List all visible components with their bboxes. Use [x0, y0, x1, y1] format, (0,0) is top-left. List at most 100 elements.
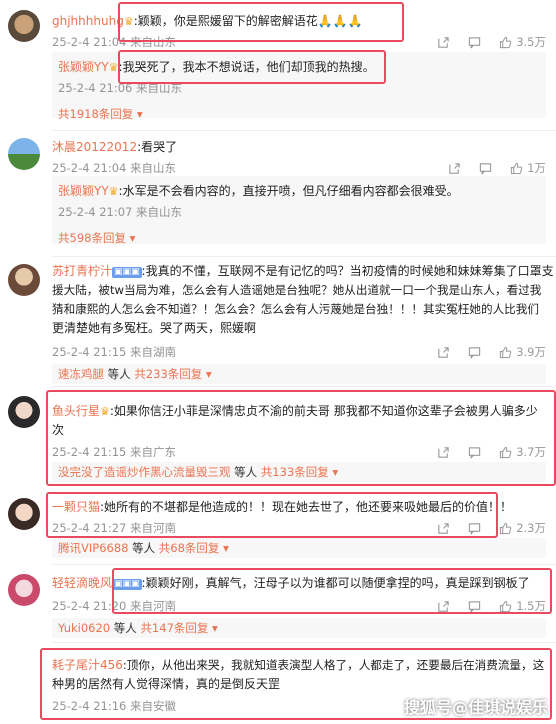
divider — [52, 256, 556, 257]
comment-1: ghjhhhhuhg♛:颖颖，你是熙媛留下的解密解语花🙏🙏🙏 25-2-4 21… — [0, 6, 556, 130]
comment-4: 鱼头行星♛:如果你信汪小菲是深情忠贞不渝的前夫哥 那我都不知道你这辈子会被男人骗… — [0, 390, 556, 486]
comment-button[interactable] — [479, 162, 492, 175]
reply-etc: 等人 — [132, 541, 156, 555]
comment-meta: 25-2-4 21:16 来自安徽 — [52, 698, 176, 714]
location: 来自山东 — [130, 35, 177, 49]
comment-text-line: :如果你信汪小菲是深情忠贞不渝的前夫哥 那我都不知道你这辈子会被男人骗多少 — [109, 404, 538, 418]
comment-meta: 25-2-4 21:04 来自山东 — [52, 160, 176, 176]
comment-meta: 25-2-4 21:15 来自广东 — [52, 444, 176, 460]
share-button[interactable] — [437, 522, 450, 535]
reply-user[interactable]: 没完没了造谣炒作黑心流量毁三观 — [58, 465, 231, 479]
view-replies-link[interactable]: 共598条回复 ▾ — [58, 230, 135, 246]
crown-icon: ♛ — [123, 15, 134, 28]
view-replies-link[interactable]: 共1918条回复 ▾ — [58, 106, 143, 122]
reply-user[interactable]: 腾讯VIP6688 — [58, 541, 128, 555]
comment-button[interactable] — [468, 522, 481, 535]
reply-count: 共147条回复 — [140, 621, 209, 635]
timestamp: 25-2-4 21:04 — [52, 161, 127, 175]
share-button[interactable] — [437, 36, 450, 49]
username[interactable]: 鱼头行星 — [52, 404, 100, 418]
share-button[interactable] — [437, 346, 450, 359]
comment-button[interactable] — [468, 346, 481, 359]
username[interactable]: 沐晨20122012 — [52, 140, 137, 154]
timestamp: 25-2-4 21:06 — [58, 81, 133, 95]
username[interactable]: 苏打青柠汁 — [52, 264, 112, 278]
timestamp: 25-2-4 21:15 — [52, 345, 127, 359]
share-icon — [438, 522, 449, 534]
avatar[interactable] — [8, 574, 40, 606]
location: 来自山东 — [136, 81, 183, 95]
comment-3: 苏打青柠汁 ▣▣▣:我真的不懂，互联网不是有记忆的吗？当初疫情的时候她和妹妹筹集了… — [0, 260, 556, 384]
crown-icon: ♛ — [108, 61, 119, 74]
username[interactable]: ghjhhhhuhg — [52, 14, 124, 28]
reply-meta: 25-2-4 21:07 来自山东 — [58, 204, 182, 220]
share-button[interactable] — [437, 600, 450, 613]
avatar[interactable] — [8, 396, 40, 428]
reply-username[interactable]: 张颖颖YY — [58, 60, 109, 74]
comment-button[interactable] — [468, 446, 481, 459]
watermark: 搜狐号@佳琪说娱乐 — [403, 698, 548, 717]
location: 来自河南 — [130, 521, 177, 535]
like-icon — [500, 346, 512, 358]
reply-username[interactable]: 张颖颖YY — [58, 184, 109, 198]
avatar[interactable] — [8, 264, 40, 296]
like-button[interactable]: 1.5万 — [499, 598, 546, 614]
comment-text-line: 次 — [52, 423, 65, 437]
username[interactable]: 一颗只猫 — [52, 500, 100, 514]
comment-button[interactable] — [468, 36, 481, 49]
vip-badge: ▣▣▣ — [112, 579, 142, 590]
comment-text-line: 更清楚她有多冤枉。哭了两天，熙媛啊 — [52, 321, 257, 335]
reply-count: 共1918条回复 — [58, 107, 134, 121]
view-replies-link[interactable]: 速冻鸡腿 等人 共233条回复 ▾ — [58, 366, 212, 382]
timestamp: 25-2-4 21:27 — [52, 521, 127, 535]
like-button[interactable]: 1万 — [510, 160, 546, 176]
comment-6: 轻轻滴晚风 ▣▣▣:颖颖好刚，真解气，汪母子以为谁都可以随便拿捏的吗，真是踩到钢板… — [0, 568, 556, 638]
crown-icon: ♛ — [108, 185, 119, 198]
comment-icon — [469, 346, 481, 358]
avatar[interactable] — [8, 138, 40, 170]
reply-user[interactable]: Yuki0620 — [58, 621, 110, 635]
reply-text: :我哭死了，我本不想说话，他们却顶我的热搜。 — [118, 60, 375, 74]
reply-count: 共233条回复 — [134, 367, 203, 381]
like-button[interactable]: 3.9万 — [499, 344, 546, 360]
reply-count: 共68条回复 — [158, 541, 220, 555]
location: 来自山东 — [130, 161, 177, 175]
share-button[interactable] — [437, 446, 450, 459]
share-button[interactable] — [448, 162, 461, 175]
like-icon — [500, 522, 512, 534]
view-replies-link[interactable]: Yuki0620 等人 共147条回复 ▾ — [58, 620, 218, 636]
comment-text-line: 种男的居然有人觉得深情，真的是倒反天罡 — [52, 677, 281, 691]
comment-icon — [469, 600, 481, 612]
comment-icon — [469, 522, 481, 534]
like-button[interactable]: 2.3万 — [499, 520, 546, 536]
comment-2: 沐晨20122012:看哭了 25-2-4 21:04 来自山东 1万 张颖颖Y… — [0, 134, 556, 254]
like-button[interactable]: 3.5万 — [499, 34, 546, 50]
like-icon — [511, 162, 523, 174]
like-count: 3.5万 — [516, 35, 546, 49]
reply-user[interactable]: 速冻鸡腿 — [58, 367, 104, 381]
avatar[interactable] — [8, 10, 40, 42]
reply: 张颖颖YY♛:我哭死了，我本不想说话，他们却顶我的热搜。 — [58, 58, 375, 77]
username[interactable]: 耗子尾汁456 — [52, 658, 123, 672]
like-icon — [500, 446, 512, 458]
comment-5: 一颗只猫:她所有的不堪都是他造成的！！现在她去世了，他还要来吸她最后的价值！！ … — [0, 492, 556, 560]
divider — [52, 564, 556, 565]
view-replies-link[interactable]: 腾讯VIP6688 等人 共68条回复 ▾ — [58, 540, 229, 556]
like-count: 1万 — [527, 161, 546, 175]
location: 来自山东 — [136, 205, 183, 219]
avatar[interactable] — [8, 498, 40, 530]
share-icon — [438, 346, 449, 358]
comment-meta: 25-2-4 21:27 来自河南 — [52, 520, 176, 536]
comment-text: :颖颖好刚，真解气，汪母子以为谁都可以随便拿捏的吗，真是踩到钢板了 — [141, 576, 530, 590]
location: 来自安徽 — [130, 699, 177, 713]
location: 来自河南 — [130, 599, 177, 613]
view-replies-link[interactable]: 没完没了造谣炒作黑心流量毁三观 等人 共133条回复 ▾ — [58, 464, 338, 480]
reply: 张颖颖YY♛:水军是不会看内容的，直接开喷，但凡仔细看内容都会很难受。 — [58, 182, 459, 201]
comment-actions: 1.5万 — [437, 598, 546, 614]
location: 来自湖南 — [130, 345, 177, 359]
like-button[interactable]: 3.7万 — [499, 444, 546, 460]
like-count: 2.3万 — [516, 521, 546, 535]
comment-button[interactable] — [468, 600, 481, 613]
username[interactable]: 轻轻滴晚风 — [52, 576, 112, 590]
timestamp: 25-2-4 21:07 — [58, 205, 133, 219]
